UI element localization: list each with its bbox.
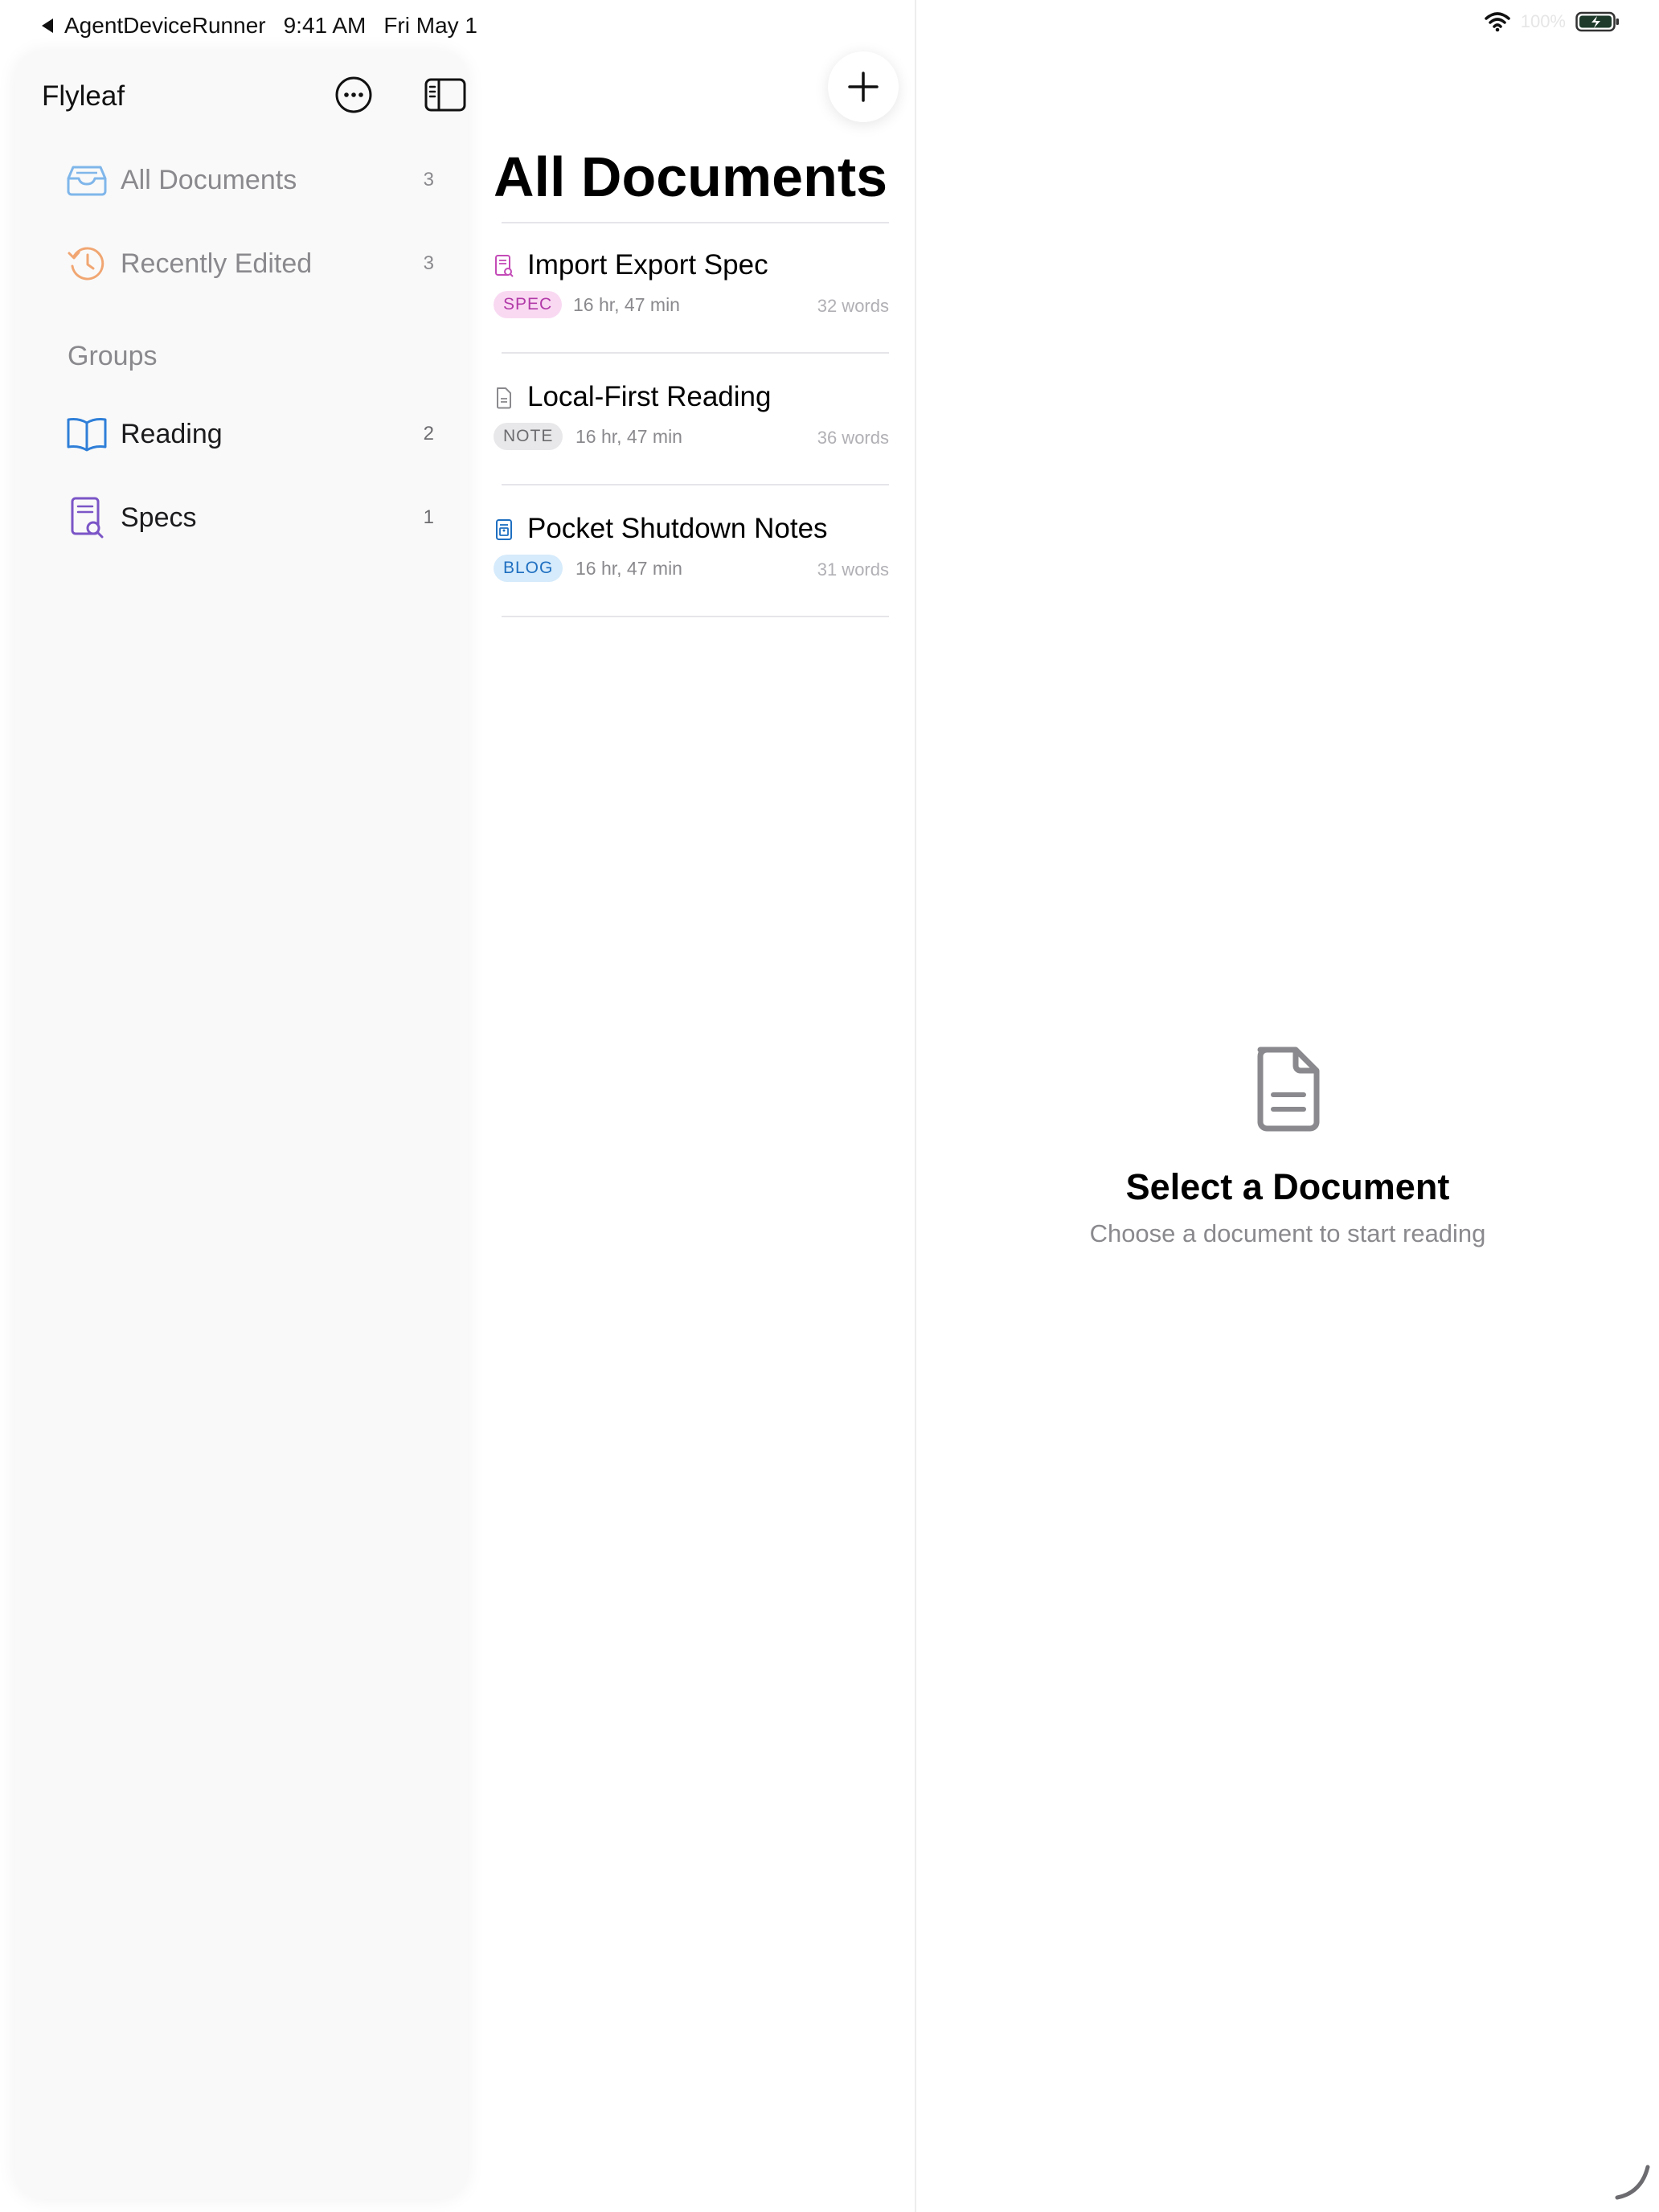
- sidebar-item-specs[interactable]: Specs 1: [64, 485, 434, 550]
- word-count: 31 words: [817, 559, 889, 580]
- battery-charging-icon: [1575, 11, 1619, 32]
- sidebar-item-recently-edited[interactable]: Recently Edited 3: [64, 231, 434, 296]
- history-icon: [64, 241, 109, 286]
- sidebar-item-label: All Documents: [121, 164, 297, 195]
- status-time: 9:41 AM: [283, 13, 367, 38]
- back-app-label: AgentDeviceRunner: [64, 13, 266, 38]
- spec-doc-icon: [494, 254, 514, 278]
- sidebar-item-all-documents[interactable]: All Documents 3: [64, 148, 434, 212]
- battery-percent: 100%: [1520, 11, 1566, 31]
- document-row-pocket-shutdown-notes[interactable]: Pocket Shutdown Notes BLOG 16 hr, 47 min…: [494, 489, 889, 621]
- book-icon: [64, 412, 109, 457]
- document-row-local-first-reading[interactable]: Local-First Reading NOTE 16 hr, 47 min 3…: [494, 357, 889, 489]
- sidebar-item-count: 3: [423, 252, 434, 274]
- status-bar: AgentDeviceRunner 9:41 AM Fri May 1 100%: [0, 0, 1659, 51]
- divider: [502, 222, 889, 223]
- status-date: Fri May 1: [383, 13, 478, 38]
- tag-badge: NOTE: [494, 423, 563, 450]
- add-document-button[interactable]: [828, 51, 899, 122]
- empty-state-subtitle: Choose a document to start reading: [1089, 1219, 1486, 1247]
- tray-icon: [64, 158, 109, 203]
- tag-badge: BLOG: [494, 555, 563, 582]
- sidebar-item-count: 2: [423, 423, 434, 444]
- document-title: Import Export Spec: [527, 249, 768, 281]
- app-title: Flyleaf: [42, 80, 125, 112]
- sidebar-header: Flyleaf: [42, 69, 466, 121]
- sidebar: Flyleaf All Documents 3 Recently Edited …: [14, 51, 468, 2199]
- wifi-icon: [1484, 12, 1510, 32]
- back-triangle-icon: [42, 18, 53, 33]
- word-count: 36 words: [817, 428, 889, 448]
- ellipsis-circle-icon: [335, 76, 372, 113]
- divider: [502, 352, 889, 354]
- sidebar-item-count: 1: [423, 506, 434, 528]
- document-row-import-export-spec[interactable]: Import Export Spec SPEC 16 hr, 47 min 32…: [494, 225, 889, 357]
- sidebar-item-label: Specs: [121, 502, 197, 533]
- blog-doc-icon: [494, 518, 514, 542]
- divider: [502, 616, 889, 617]
- tag-badge: SPEC: [494, 291, 563, 318]
- doc-search-icon: [64, 495, 109, 540]
- word-count: 32 words: [817, 296, 889, 316]
- sidebar-item-count: 3: [423, 169, 434, 190]
- document-icon: [1257, 1047, 1320, 1132]
- document-title: Local-First Reading: [527, 381, 772, 412]
- status-right: 100%: [1484, 11, 1620, 32]
- empty-state: Select a Document Choose a document to s…: [916, 1045, 1659, 1248]
- document-title: Pocket Shutdown Notes: [527, 513, 828, 544]
- sidebar-item-label: Reading: [121, 418, 223, 449]
- sidebar-item-label: Recently Edited: [121, 248, 313, 279]
- resize-handle-icon[interactable]: [1612, 2162, 1653, 2202]
- back-to-app-button[interactable]: AgentDeviceRunner: [40, 13, 266, 39]
- groups-heading: Groups: [68, 341, 158, 371]
- empty-state-title: Select a Document: [1125, 1166, 1450, 1207]
- divider: [502, 484, 889, 485]
- document-time: 16 hr, 47 min: [576, 558, 682, 579]
- toggle-sidebar-button[interactable]: [421, 71, 469, 119]
- plus-icon: [848, 72, 879, 102]
- document-time: 16 hr, 47 min: [576, 426, 682, 447]
- status-left: AgentDeviceRunner 9:41 AM Fri May 1: [40, 13, 477, 39]
- note-doc-icon: [494, 386, 514, 410]
- document-time: 16 hr, 47 min: [573, 294, 680, 315]
- more-options-button[interactable]: [330, 71, 378, 119]
- sidebar-left-icon: [424, 78, 466, 112]
- sidebar-item-reading[interactable]: Reading 2: [64, 402, 434, 466]
- page-title: All Documents: [494, 145, 888, 208]
